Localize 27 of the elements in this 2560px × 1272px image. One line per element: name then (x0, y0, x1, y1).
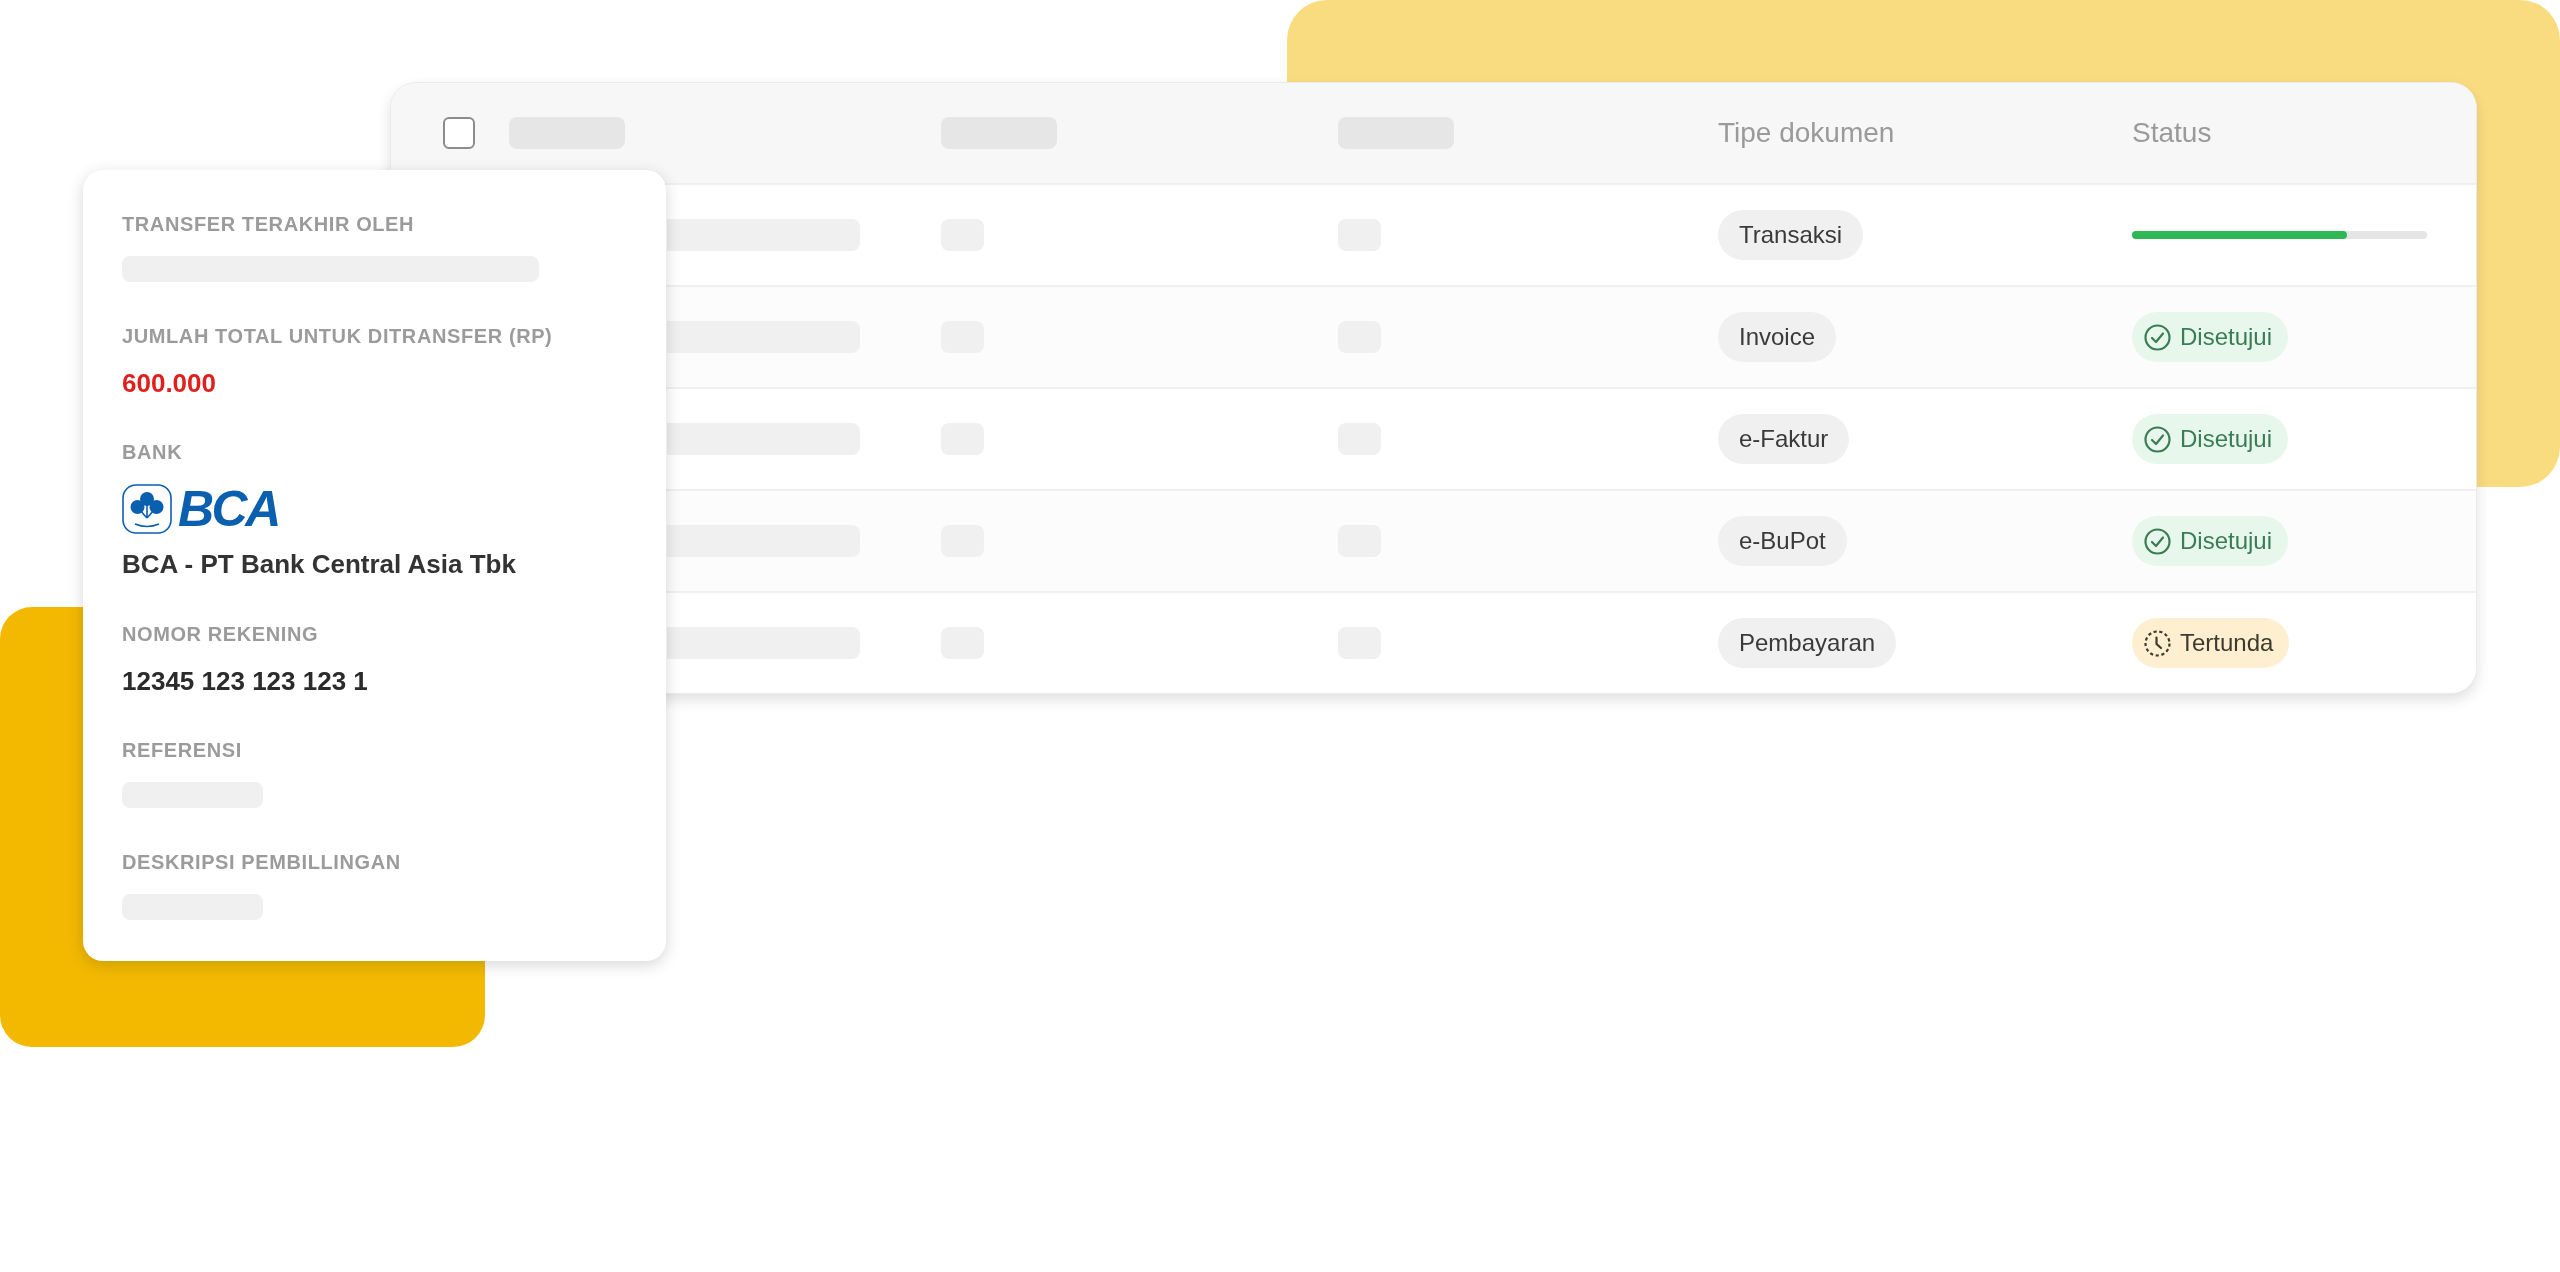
bank-logo-text: BCA (178, 484, 279, 534)
document-type-tag: e-Faktur (1718, 414, 1850, 464)
field-label: JUMLAH TOTAL UNTUK DITRANSFER (RP) (122, 324, 553, 348)
document-type-tag: Invoice (1718, 312, 1837, 362)
select-all-checkbox[interactable] (443, 117, 475, 149)
document-type-tag: Pembayaran (1718, 618, 1897, 668)
check-circle-icon (2144, 323, 2171, 351)
column-header: Status (2132, 116, 2212, 150)
field-label: REFERENSI (122, 738, 242, 762)
bank-emblem-icon (122, 484, 172, 534)
field-value: BCA - PT Bank Central Asia Tbk (122, 548, 516, 580)
document-type-tag: e-BuPot (1718, 516, 1847, 566)
status-label: Disetujui (2180, 527, 2273, 555)
document-type-tag: Transaksi (1718, 210, 1864, 260)
field-value: 12345 123 123 123 1 (122, 666, 368, 696)
field-label: NOMOR REKENING (122, 622, 319, 646)
status-label: Tertunda (2180, 629, 2274, 657)
status-label: Disetujui (2180, 425, 2273, 453)
field-label: DESKRIPSI PEMBILLINGAN (122, 850, 401, 874)
field-label: BANK (122, 440, 183, 464)
field-label: TRANSFER TERAKHIR OLEH (122, 212, 415, 236)
check-circle-icon (2144, 527, 2171, 555)
clock-icon (2144, 629, 2171, 657)
check-circle-icon (2144, 425, 2171, 453)
column-header: Tipe dokumen (1718, 116, 1895, 150)
amount-value: 600.000 (122, 368, 216, 398)
status-label: Disetujui (2180, 323, 2273, 351)
